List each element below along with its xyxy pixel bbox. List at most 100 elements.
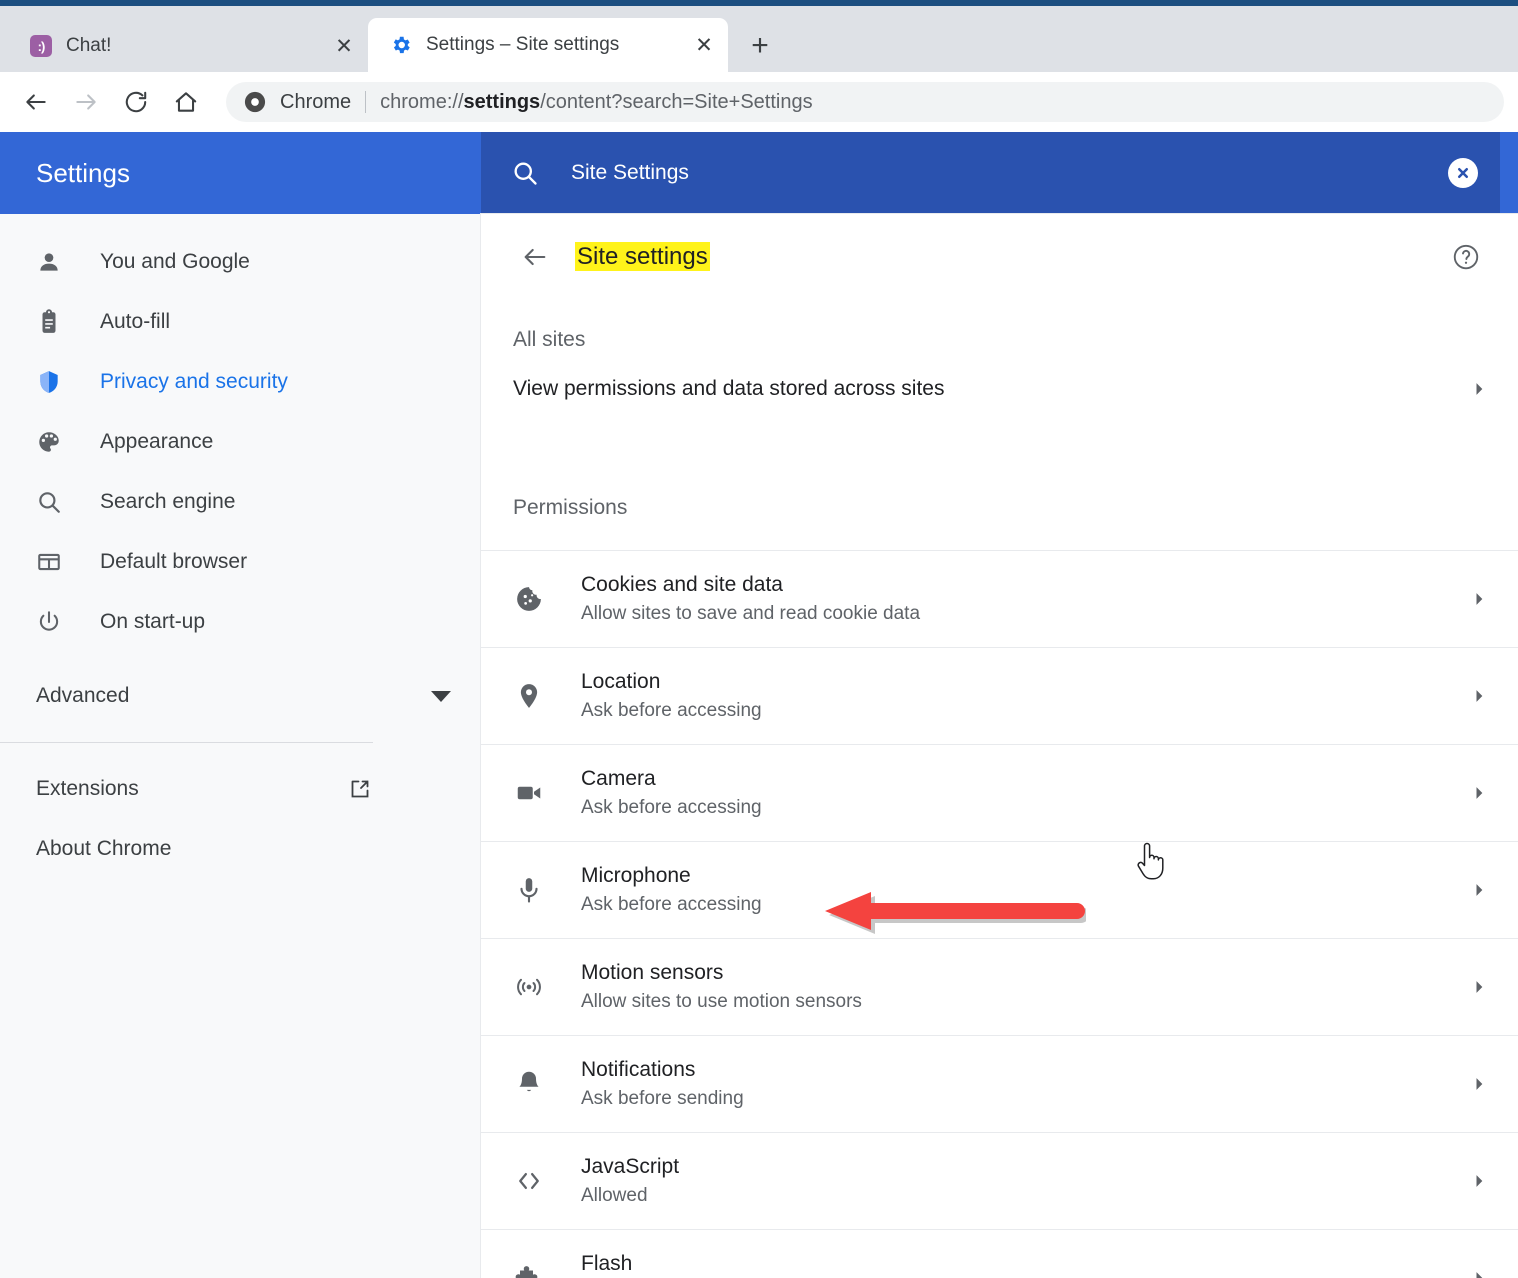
chevron-right-icon	[1466, 780, 1492, 806]
chrome-logo-icon	[244, 91, 266, 113]
sidebar-item-label: Privacy and security	[100, 370, 288, 393]
search-input[interactable]: Site Settings	[571, 161, 1448, 185]
permission-text: Microphone Ask before accessing	[581, 864, 1466, 916]
sidebar-item-privacy-and-security[interactable]: Privacy and security	[0, 352, 481, 412]
permission-subtitle: Allowed	[581, 1185, 648, 1206]
tab-strip: :) Chat! ✕ Settings – Site settings ✕ +	[0, 6, 1518, 72]
browser-tab-chat[interactable]: :) Chat! ✕	[8, 20, 368, 72]
permission-title: Cookies and site data	[581, 573, 783, 596]
settings-search-bar[interactable]: Site Settings	[481, 132, 1500, 214]
chevron-right-icon	[1466, 877, 1492, 903]
permission-row-motion-sensors[interactable]: Motion sensors Allow sites to use motion…	[481, 938, 1518, 1035]
back-arrow-icon[interactable]	[14, 80, 58, 124]
permission-subtitle: Ask before sending	[581, 1088, 744, 1109]
person-icon	[36, 249, 62, 275]
close-icon[interactable]: ✕	[330, 32, 358, 60]
url-bold-segment: settings	[463, 90, 541, 113]
help-circle-icon[interactable]	[1448, 239, 1484, 275]
chevron-down-icon	[431, 690, 451, 702]
omnibox-url: chrome://settings/content?search=Site+Se…	[380, 91, 812, 114]
back-arrow-icon[interactable]	[513, 235, 557, 279]
sidebar-item-you-and-google[interactable]: You and Google	[0, 232, 481, 292]
close-circle-icon[interactable]	[1448, 158, 1478, 188]
settings-page: Settings Site Settings You and Google Au…	[0, 132, 1518, 1278]
chevron-right-icon	[1466, 1168, 1492, 1194]
permission-title: Notifications	[581, 1058, 696, 1081]
permission-title: Flash	[581, 1252, 633, 1275]
external-link-icon	[347, 776, 373, 802]
permission-text: Flash Ask first	[581, 1252, 1466, 1278]
sidebar-item-label: Default browser	[100, 550, 248, 573]
clipboard-icon	[36, 309, 62, 335]
sidebar-item-extensions[interactable]: Extensions	[0, 759, 481, 819]
row-label: View permissions and data stored across …	[513, 377, 945, 400]
sidebar-item-on-start-up[interactable]: On start-up	[0, 592, 481, 652]
sidebar-item-auto-fill[interactable]: Auto-fill	[0, 292, 481, 352]
permission-row-javascript[interactable]: JavaScript Allowed	[481, 1132, 1518, 1229]
sidebar-item-advanced[interactable]: Advanced	[0, 666, 481, 726]
sidebar-item-search-engine[interactable]: Search engine	[0, 472, 481, 532]
url-suffix: /content?search=Site+Settings	[540, 90, 813, 113]
home-icon[interactable]	[164, 80, 208, 124]
section-label-permissions: Permissions	[513, 496, 628, 519]
shield-icon	[36, 369, 62, 395]
chevron-right-icon	[1466, 683, 1492, 709]
omnibox-divider	[365, 91, 367, 113]
close-icon[interactable]: ✕	[690, 31, 718, 59]
permission-subtitle: Ask before accessing	[581, 797, 762, 818]
cookie-icon	[513, 583, 545, 615]
permission-text: Notifications Ask before sending	[581, 1058, 1466, 1110]
permission-text: JavaScript Allowed	[581, 1155, 1466, 1207]
chevron-right-icon	[1466, 974, 1492, 1000]
settings-brand[interactable]: Settings	[0, 132, 481, 214]
sidebar-item-label: Advanced	[36, 684, 130, 707]
chevron-right-icon	[1466, 1265, 1492, 1278]
permission-text: Motion sensors Allow sites to use motion…	[581, 961, 1466, 1013]
video-camera-icon	[513, 777, 545, 809]
permission-subtitle: Ask before accessing	[581, 894, 762, 915]
settings-title: Settings	[36, 157, 130, 188]
reload-icon[interactable]	[114, 80, 158, 124]
permission-row-microphone[interactable]: Microphone Ask before accessing	[481, 841, 1518, 938]
permission-subtitle: Ask before accessing	[581, 700, 762, 721]
row-view-permissions[interactable]: View permissions and data stored across …	[481, 352, 1518, 426]
code-brackets-icon	[513, 1165, 545, 1197]
puzzle-piece-icon	[513, 1262, 545, 1278]
page-title: Site settings	[575, 242, 1448, 271]
sidebar-item-default-browser[interactable]: Default browser	[0, 532, 481, 592]
address-bar[interactable]: Chrome chrome://settings/content?search=…	[226, 82, 1504, 122]
site-settings-header: Site settings	[481, 214, 1518, 300]
permission-subtitle: Allow sites to use motion sensors	[581, 991, 862, 1012]
forward-arrow-icon	[64, 80, 108, 124]
browser-tab-settings[interactable]: Settings – Site settings ✕	[368, 18, 728, 72]
sidebar-item-label: Search engine	[100, 490, 236, 513]
permission-row-cookies[interactable]: Cookies and site data Allow sites to sav…	[481, 550, 1518, 647]
permission-row-notifications[interactable]: Notifications Ask before sending	[481, 1035, 1518, 1132]
browser-window-icon	[36, 549, 62, 575]
sidebar-item-label: Extensions	[36, 777, 139, 800]
permission-title: Microphone	[581, 864, 691, 887]
permission-row-camera[interactable]: Camera Ask before accessing	[481, 744, 1518, 841]
tab-title: Chat!	[66, 35, 112, 56]
permission-title: Motion sensors	[581, 961, 724, 984]
permission-row-location[interactable]: Location Ask before accessing	[481, 647, 1518, 744]
microphone-icon	[513, 874, 545, 906]
page-title-text: Site settings	[575, 242, 710, 271]
section-label-all-sites: All sites	[513, 328, 586, 351]
gear-icon	[390, 34, 412, 56]
permission-text: Camera Ask before accessing	[581, 767, 1466, 819]
sidebar-item-label: About Chrome	[36, 837, 172, 860]
chevron-right-icon	[1466, 586, 1492, 612]
location-pin-icon	[513, 680, 545, 712]
permission-text: Cookies and site data Allow sites to sav…	[581, 573, 1466, 625]
new-tab-button[interactable]: +	[740, 26, 780, 66]
permission-subtitle: Allow sites to save and read cookie data	[581, 603, 921, 624]
settings-body: You and Google Auto-fill Privacy and sec…	[0, 214, 1518, 1278]
search-icon	[511, 159, 539, 187]
search-icon	[36, 489, 62, 515]
sidebar-item-about-chrome[interactable]: About Chrome	[0, 819, 481, 879]
motion-sensor-icon	[513, 971, 545, 1003]
permission-row-flash[interactable]: Flash Ask first	[481, 1229, 1518, 1278]
sidebar-item-appearance[interactable]: Appearance	[0, 412, 481, 472]
